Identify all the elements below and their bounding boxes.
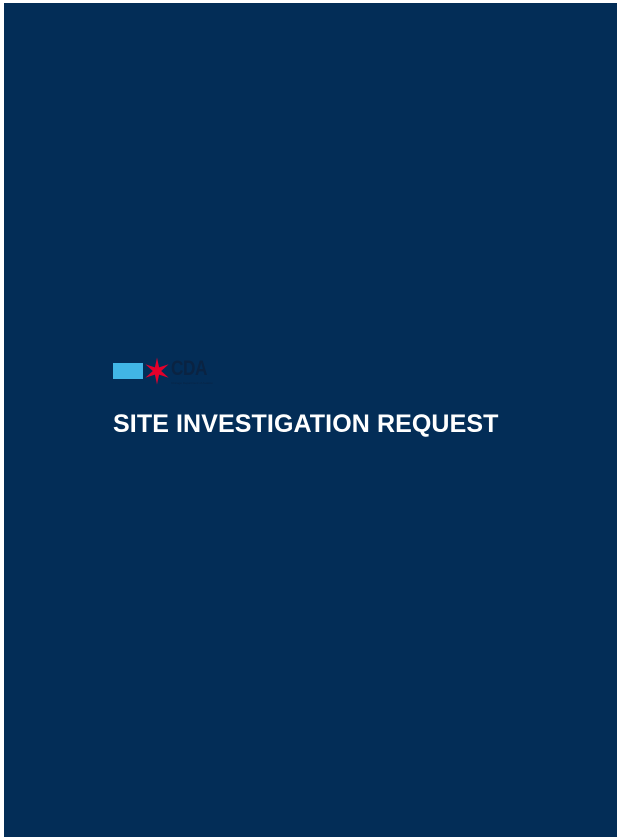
logo-blue-bar bbox=[113, 363, 143, 379]
document-title: SITE INVESTIGATION REQUEST bbox=[113, 410, 499, 438]
logo-tagline: Chicago Department of Aviation bbox=[171, 381, 214, 385]
logo-wordmark: CDA bbox=[171, 357, 208, 380]
cover-page: CDA Chicago Department of Aviation SITE … bbox=[4, 3, 617, 837]
cda-logo: CDA Chicago Department of Aviation bbox=[113, 358, 243, 396]
chicago-star-icon bbox=[145, 357, 169, 385]
